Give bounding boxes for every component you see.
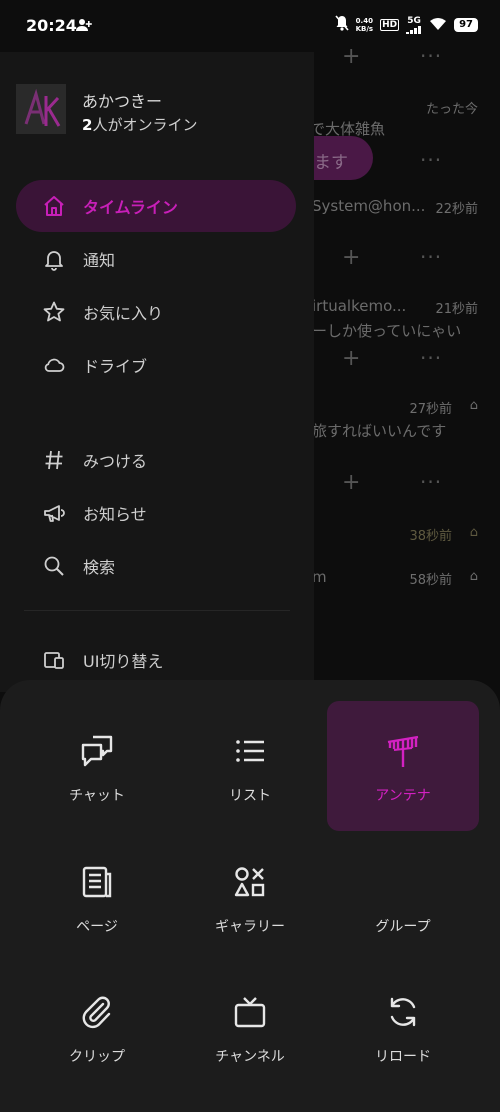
menu-item-channels[interactable]: チャンネル <box>174 962 326 1092</box>
bg-text: で大体雑魚 <box>310 120 386 138</box>
account-name: あかつきー <box>82 92 163 111</box>
more-icon: ··· <box>420 470 443 494</box>
bg-text: ーしか使っていにゃい <box>312 322 462 340</box>
menu-item-pages[interactable]: ページ <box>21 832 173 962</box>
menu-item-reload[interactable]: リロード <box>327 962 479 1092</box>
hd-badge: HD <box>380 19 400 31</box>
home-icon: ⌂ <box>469 569 478 584</box>
drawer-item-label: お気に入り <box>83 304 164 323</box>
search-icon <box>42 554 66 578</box>
home-icon <box>42 194 66 218</box>
status-icons: 0.40 KB/s HD 5G 97 <box>334 15 478 35</box>
menu-item-antenna[interactable]: アンテナ <box>327 701 479 831</box>
tv-icon <box>234 997 266 1028</box>
chat-icon <box>81 735 113 767</box>
mute-icon <box>334 15 349 35</box>
drawer-item-label: 検索 <box>83 558 116 577</box>
page-icon <box>82 866 112 898</box>
bg-time: たった今 <box>425 102 478 117</box>
hash-icon <box>42 448 66 472</box>
devices-icon <box>42 648 66 672</box>
home-icon: ⌂ <box>469 398 478 413</box>
menu-item-label: クリップ <box>69 1049 125 1065</box>
wifi-icon <box>429 16 447 35</box>
more-icon: ··· <box>420 245 443 269</box>
net-speed: 0.40 KB/s <box>355 17 374 33</box>
bg-time: 27秒前 <box>409 402 452 417</box>
clock: 20:24 <box>26 16 77 35</box>
bg-time: 22秒前 <box>435 202 478 217</box>
more-icon: ··· <box>420 44 443 68</box>
drawer-item-announcements[interactable]: お知らせ <box>16 487 296 539</box>
drawer-item-label: お知らせ <box>83 505 147 524</box>
drawer-divider <box>24 610 290 611</box>
star-icon <box>42 300 66 324</box>
menu-item-label: リスト <box>229 788 271 804</box>
bg-time: 21秒前 <box>435 302 478 317</box>
drawer-item-label: ドライブ <box>83 357 148 376</box>
menu-item-list[interactable]: リスト <box>174 701 326 831</box>
menu-item-groups[interactable]: グループ <box>327 832 479 962</box>
avatar[interactable] <box>16 84 66 134</box>
plus-icon: + <box>342 470 361 495</box>
online-status: 2人がオンライン <box>82 116 198 134</box>
drawer-item-explore[interactable]: みつける <box>16 434 296 486</box>
home-icon: ⌂ <box>469 525 478 540</box>
megaphone-icon <box>42 501 66 525</box>
drawer-item-label: UI切り替え <box>83 652 164 671</box>
drawer-item-switch-ui[interactable]: UI切り替え <box>16 634 296 686</box>
more-menu-sheet: チャット リスト アンテナ ページ ギャラリー グループ クリップ チャンネル … <box>0 680 500 1112</box>
bg-text: 旅すればいいんです <box>312 422 447 440</box>
menu-item-clips[interactable]: クリップ <box>21 962 173 1092</box>
plus-icon: + <box>342 346 361 371</box>
reload-icon <box>390 997 416 1027</box>
cloud-icon <box>42 353 66 377</box>
drawer-item-drive[interactable]: ドライブ <box>16 339 296 391</box>
bg-time: 58秒前 <box>409 573 452 588</box>
more-icon: ··· <box>420 346 443 370</box>
person-add-icon <box>76 17 92 36</box>
navigation-drawer: あかつきー 2人がオンライン タイムライン 通知 お気に入り ドライブ みつける <box>0 52 314 692</box>
drawer-item-label: 通知 <box>83 251 116 270</box>
drawer-item-label: みつける <box>83 452 148 471</box>
bell-icon <box>42 247 66 271</box>
menu-item-label: ページ <box>76 919 118 935</box>
menu-item-label: アンテナ <box>375 788 431 804</box>
bg-button-text: ます <box>314 153 348 173</box>
drawer-item-timeline[interactable]: タイムライン <box>16 180 296 232</box>
background-timeline: + ··· たった今 で大体雑魚 ます ··· System@hon... 22… <box>300 40 500 690</box>
antenna-icon <box>387 735 419 767</box>
more-icon: ··· <box>420 148 443 172</box>
drawer-item-search[interactable]: 検索 <box>16 540 296 592</box>
drawer-item-favorites[interactable]: お気に入り <box>16 286 296 338</box>
menu-item-label: グループ <box>375 919 431 935</box>
menu-item-label: リロード <box>375 1049 431 1065</box>
bg-time: 38秒前 <box>409 529 452 544</box>
plus-icon: + <box>342 245 361 270</box>
plus-icon: + <box>342 44 361 69</box>
menu-item-label: チャット <box>69 788 125 804</box>
menu-item-gallery[interactable]: ギャラリー <box>174 832 326 962</box>
signal-icon: 5G <box>406 16 422 34</box>
menu-item-label: チャンネル <box>215 1049 285 1065</box>
battery-badge: 97 <box>454 18 478 32</box>
drawer-item-label: タイムライン <box>83 198 178 217</box>
gallery-icon <box>234 867 265 897</box>
paperclip-icon <box>82 996 111 1029</box>
drawer-item-notifications[interactable]: 通知 <box>16 233 296 285</box>
list-icon <box>236 740 264 762</box>
menu-item-chat[interactable]: チャット <box>21 701 173 831</box>
menu-item-label: ギャラリー <box>215 919 285 935</box>
